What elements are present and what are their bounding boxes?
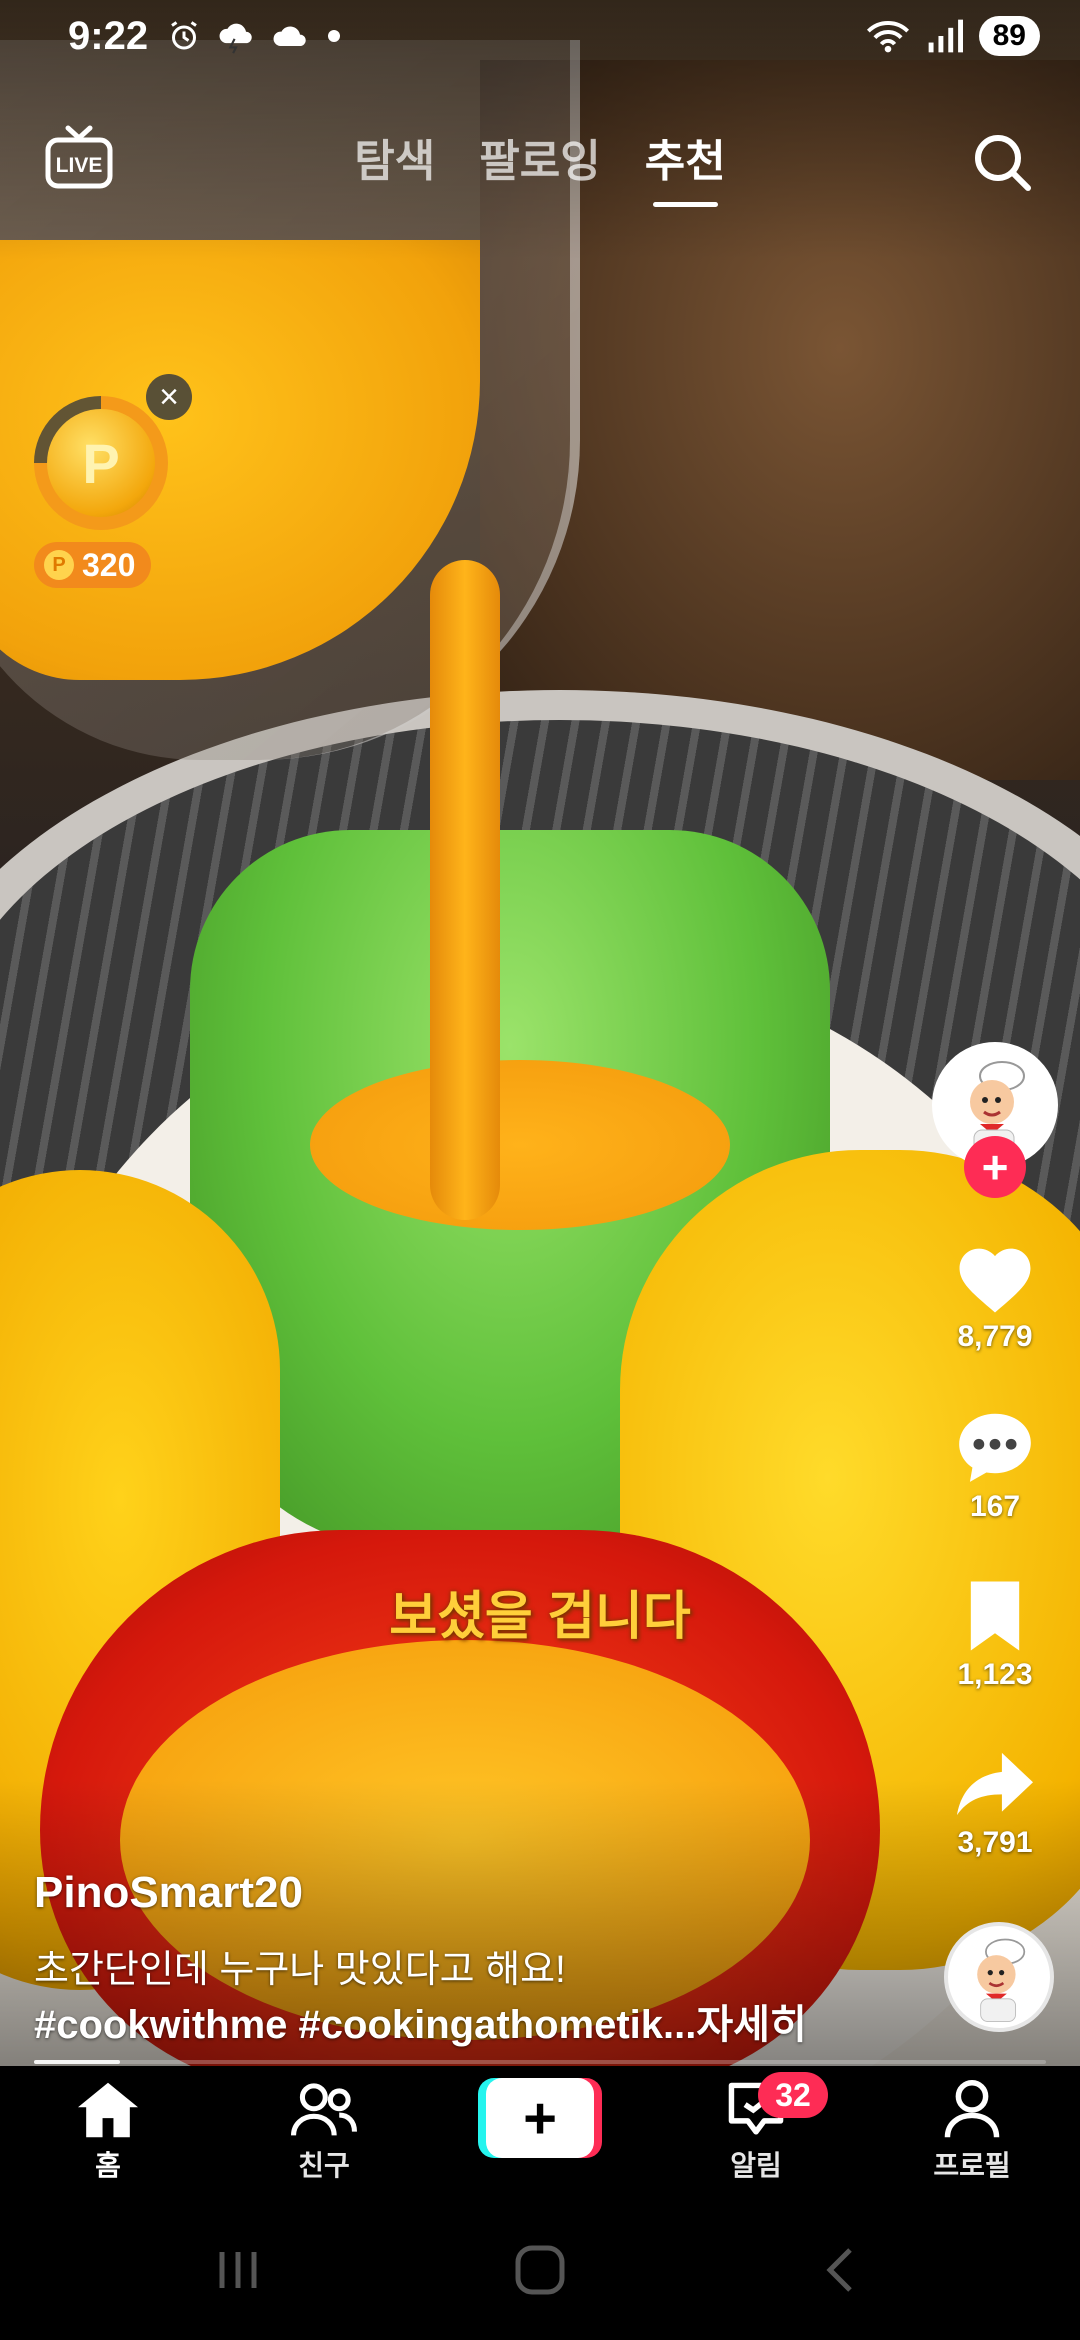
coin-points-pill[interactable]: P 320	[34, 542, 152, 588]
battery-indicator: 89	[978, 16, 1040, 56]
tab-following[interactable]: 팔로잉	[479, 125, 600, 203]
coin-p-icon: P	[47, 409, 155, 517]
friends-icon	[291, 2083, 357, 2136]
status-notification-icons	[166, 18, 344, 54]
share-button[interactable]: 3,791	[925, 1746, 1065, 1860]
nav-home[interactable]: 홈	[38, 2080, 178, 2184]
nav-friends-label: 친구	[298, 2150, 350, 2181]
creator-username[interactable]: PinoSmart20	[34, 1868, 303, 1918]
nav-profile[interactable]: 프로필	[902, 2080, 1042, 2184]
cloud-icon	[273, 26, 306, 46]
status-time: 9:22	[68, 14, 149, 58]
bookmark-icon	[970, 1581, 1020, 1651]
home-icon	[78, 2082, 138, 2138]
status-bar: 9:22 89	[0, 0, 1080, 80]
tab-explore[interactable]: 탐색	[354, 125, 435, 203]
heart-icon	[959, 1248, 1031, 1313]
home-system-icon[interactable]	[510, 2240, 570, 2300]
profile-icon	[944, 2080, 1000, 2138]
video-egg-stream	[430, 560, 500, 1220]
video-description: 초간단인데 누구나 맛있다고 해요!	[34, 1949, 566, 1991]
hashtags[interactable]: #cookwithme #cookingathometik...	[34, 2003, 696, 2047]
tab-for-you[interactable]: 추천	[645, 125, 726, 207]
like-button[interactable]: 8,779	[925, 1238, 1065, 1354]
bottom-nav: 홈 친구 + 알림 프로필	[0, 2066, 1080, 2196]
weather-storm-icon	[219, 23, 252, 54]
close-icon[interactable]: ×	[146, 374, 192, 420]
wifi-icon	[866, 21, 909, 53]
signal-icon	[928, 19, 963, 53]
bookmark-button[interactable]: 1,123	[925, 1578, 1065, 1692]
hashtags-line[interactable]: #cookwithme #cookingathometik...자세히	[34, 1992, 807, 2050]
see-more-link[interactable]: 자세히	[696, 2003, 806, 2047]
recent-apps-icon[interactable]	[208, 2240, 268, 2300]
nav-friends[interactable]: 친구	[254, 2080, 394, 2184]
feed-tabs: 탐색 팔로잉 추천	[0, 125, 1080, 207]
playback-progress-bar[interactable]	[34, 2060, 1046, 2064]
search-icon[interactable]	[970, 130, 1034, 194]
alarm-icon	[171, 21, 197, 50]
nav-profile-label: 프로필	[933, 2150, 1011, 2181]
points-icon: P	[44, 550, 74, 580]
like-count: 8,779	[957, 1320, 1033, 1353]
follow-button[interactable]: +	[964, 1136, 1026, 1198]
bookmark-count: 1,123	[957, 1658, 1033, 1691]
plus-icon: +	[486, 2078, 594, 2158]
inbox-badge: 32	[758, 2072, 828, 2118]
back-icon[interactable]	[812, 2240, 872, 2300]
music-disc[interactable]	[944, 1922, 1054, 2032]
nav-inbox-label: 알림	[730, 2150, 782, 2181]
reward-coin-widget[interactable]: P	[34, 396, 168, 530]
status-system-icons: 89	[865, 16, 1040, 56]
playback-progress-fill	[34, 2060, 121, 2064]
nav-home-label: 홈	[95, 2150, 121, 2181]
video-player[interactable]	[0, 0, 1080, 2066]
dot-icon	[328, 30, 340, 42]
video-green-pepper-filling	[310, 1060, 730, 1230]
comment-button[interactable]: 167	[925, 1406, 1065, 1524]
system-nav-bar	[0, 2196, 1080, 2340]
comment-count: 167	[969, 1490, 1021, 1523]
comment-icon	[959, 1413, 1031, 1482]
share-count: 3,791	[957, 1826, 1033, 1859]
share-arrow-icon	[957, 1752, 1033, 1816]
video-subtitle: 보셨을 겁니다	[389, 1588, 691, 1646]
chef-avatar-icon	[977, 1938, 1026, 2022]
coin-points: 320	[82, 546, 136, 583]
create-button[interactable]: +	[478, 2078, 602, 2158]
